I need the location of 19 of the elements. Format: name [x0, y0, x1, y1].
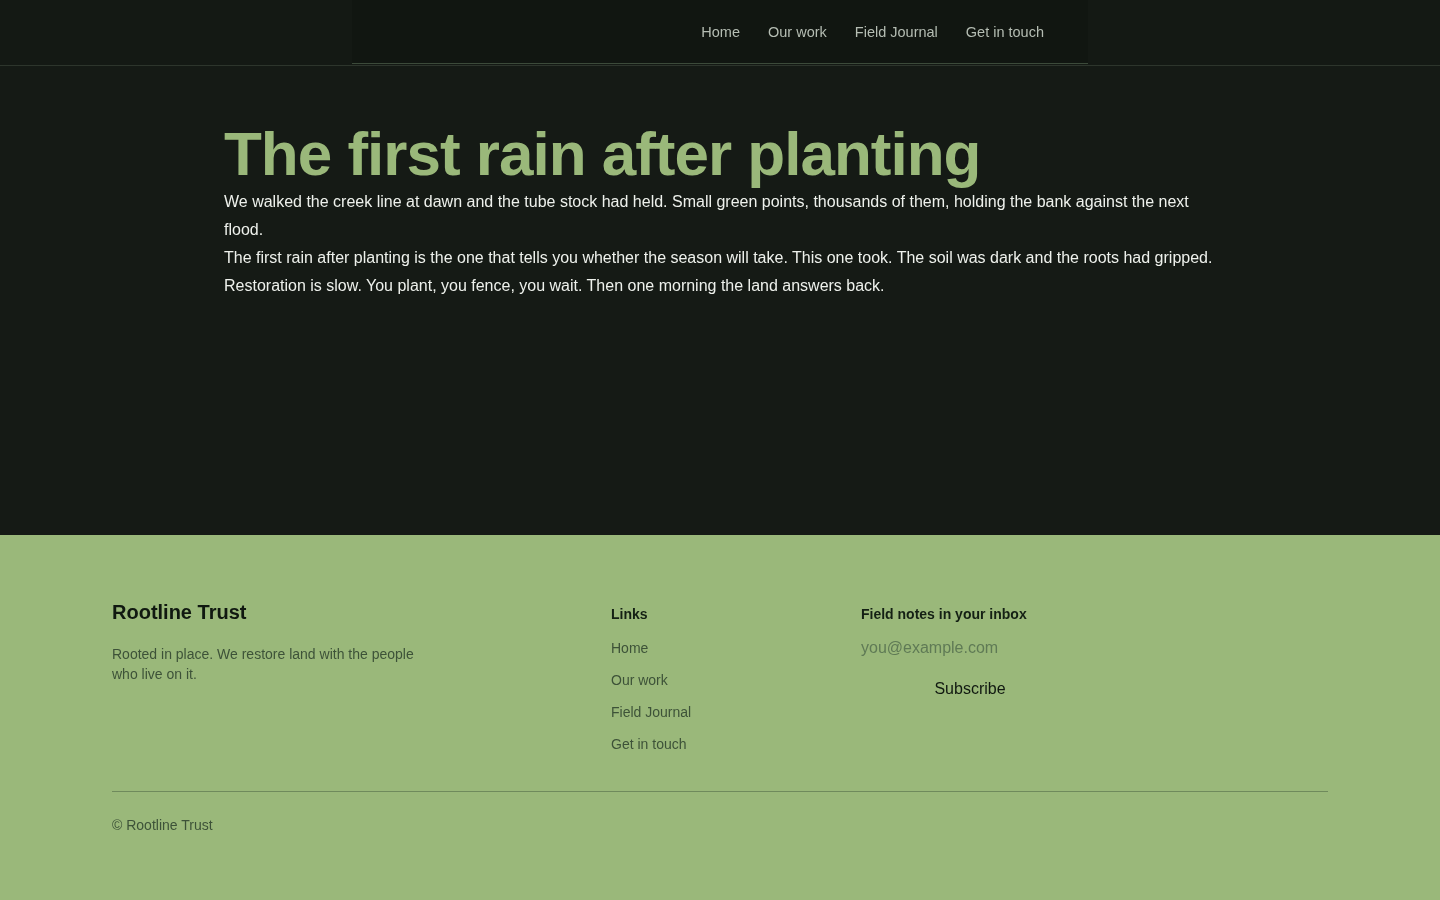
article-paragraph: Restoration is slow. You plant, you fence, you wait. Then one morning the land answers back. [224, 276, 886, 297]
article-paragraph: The first rain after planting is the one that tells you whether the season will take. This one took. The soil was dark and the roots had gripped. [224, 248, 1214, 269]
email-field[interactable]: you@example.com [861, 636, 1079, 660]
copyright-text: © Rootline Trust [112, 817, 214, 833]
footer-tagline: Rooted in place. We restore land with the people who live on it. [112, 645, 415, 684]
article-title: The first rain after planting [224, 120, 982, 189]
nav-link[interactable]: Field Journal [854, 23, 938, 40]
subscribe-button[interactable]: Subscribe [861, 678, 1079, 700]
nav-link[interactable]: Get in touch [965, 23, 1044, 40]
footer-link[interactable]: Home [611, 639, 861, 658]
footer-brand: Rootline Trust [112, 601, 248, 624]
footer-link[interactable]: Field Journal [611, 703, 861, 722]
newsletter-heading: Field notes in your inbox [861, 606, 1028, 622]
article-paragraph: We walked the creek line at dawn and the tube stock had held. Small green points, thousands of them, holding the bank against the next flood. [224, 192, 1190, 241]
nav-link[interactable]: Home [701, 23, 740, 40]
footer-link[interactable]: Get in touch [611, 735, 861, 754]
links-heading: Links [611, 606, 649, 622]
nav-link[interactable]: Our work [767, 23, 827, 40]
footer-link[interactable]: Our work [611, 671, 861, 690]
